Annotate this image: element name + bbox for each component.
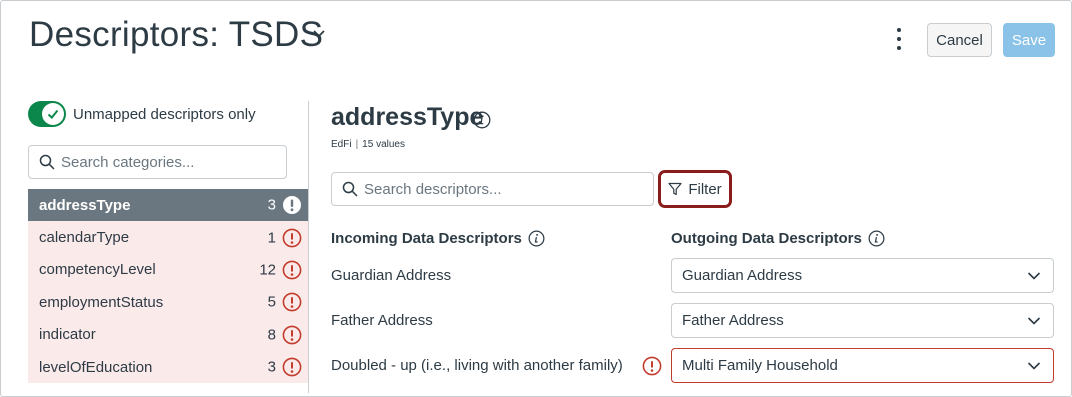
info-icon[interactable] — [528, 230, 545, 247]
cancel-button[interactable]: Cancel — [927, 23, 992, 57]
category-count: 3 — [267, 358, 276, 376]
info-icon[interactable] — [868, 230, 885, 247]
category-item[interactable]: levelOfEducation 3 — [28, 350, 308, 384]
category-item[interactable]: competencyLevel 12 — [28, 253, 308, 287]
alert-icon — [282, 260, 302, 280]
alert-icon — [283, 196, 301, 215]
category-item[interactable]: employmentStatus 5 — [28, 286, 308, 319]
search-categories-input[interactable]: Search categories... — [28, 145, 287, 179]
info-icon[interactable] — [473, 111, 491, 129]
page-title: Descriptors: TSDS — [29, 15, 324, 54]
category-count: 5 — [267, 293, 276, 311]
filter-label: Filter — [688, 180, 722, 198]
toggle-label: Unmapped descriptors only — [73, 106, 256, 123]
category-count: 8 — [267, 326, 276, 344]
chevron-down-icon[interactable] — [311, 27, 327, 41]
search-icon — [342, 181, 358, 197]
category-name: calendarType — [39, 229, 130, 247]
unmapped-only-toggle[interactable] — [28, 101, 66, 127]
outgoing-descriptor-select[interactable]: Father Address — [671, 303, 1054, 338]
sidebar-divider — [308, 101, 309, 393]
outgoing-descriptor-select[interactable]: Guardian Address — [671, 258, 1054, 293]
category-title: addressType — [331, 103, 484, 131]
search-categories-placeholder: Search categories... — [61, 153, 195, 171]
incoming-descriptor: Doubled - up (i.e., living with another … — [331, 357, 623, 374]
outgoing-header-label: Outgoing Data Descriptors — [671, 230, 862, 247]
alert-icon — [282, 357, 302, 377]
select-value: Multi Family Household — [682, 357, 838, 374]
outgoing-descriptor-select[interactable]: Multi Family Household — [671, 348, 1054, 383]
search-descriptors-input[interactable]: Search descriptors... — [331, 172, 654, 206]
alert-icon — [642, 356, 662, 376]
category-item[interactable]: addressType 3 — [28, 189, 308, 222]
category-count: 1 — [267, 229, 276, 247]
page-frame: Descriptors: TSDS Cancel Save Unmapped d… — [0, 0, 1072, 397]
category-name: levelOfEducation — [39, 358, 153, 376]
incoming-header-label: Incoming Data Descriptors — [331, 230, 522, 247]
select-value: Guardian Address — [682, 267, 803, 284]
category-count: 3 — [267, 196, 276, 214]
category-name: indicator — [39, 326, 96, 344]
category-name: competencyLevel — [39, 261, 156, 279]
incoming-column-header: Incoming Data Descriptors — [331, 230, 545, 247]
search-icon — [39, 154, 55, 170]
search-descriptors-placeholder: Search descriptors... — [364, 180, 502, 198]
save-button[interactable]: Save — [1003, 23, 1055, 57]
filter-icon — [668, 182, 682, 196]
category-list: addressType 3 calendarType 1 competencyL… — [28, 189, 308, 384]
incoming-descriptor: Guardian Address — [331, 267, 452, 284]
category-item[interactable]: indicator 8 — [28, 318, 308, 351]
alert-icon — [282, 228, 302, 247]
alert-icon — [282, 325, 302, 345]
category-meta: EdFi | 15 values — [331, 139, 405, 150]
outgoing-column-header: Outgoing Data Descriptors — [671, 230, 885, 247]
select-value: Father Address — [682, 312, 784, 329]
chevron-down-icon — [1027, 317, 1041, 325]
category-name: employmentStatus — [39, 293, 164, 311]
category-count: 12 — [259, 261, 276, 279]
chevron-down-icon — [1027, 362, 1041, 370]
category-item[interactable]: calendarType 1 — [28, 221, 308, 254]
incoming-descriptor: Father Address — [331, 312, 433, 329]
alert-icon — [282, 292, 302, 312]
value-count: 15 values — [362, 139, 405, 150]
category-name: addressType — [39, 196, 131, 214]
chevron-down-icon — [1027, 272, 1041, 280]
filter-button[interactable]: Filter — [658, 170, 732, 208]
check-icon — [42, 103, 64, 125]
source-label: EdFi — [331, 139, 352, 150]
more-options-icon[interactable] — [891, 28, 907, 50]
